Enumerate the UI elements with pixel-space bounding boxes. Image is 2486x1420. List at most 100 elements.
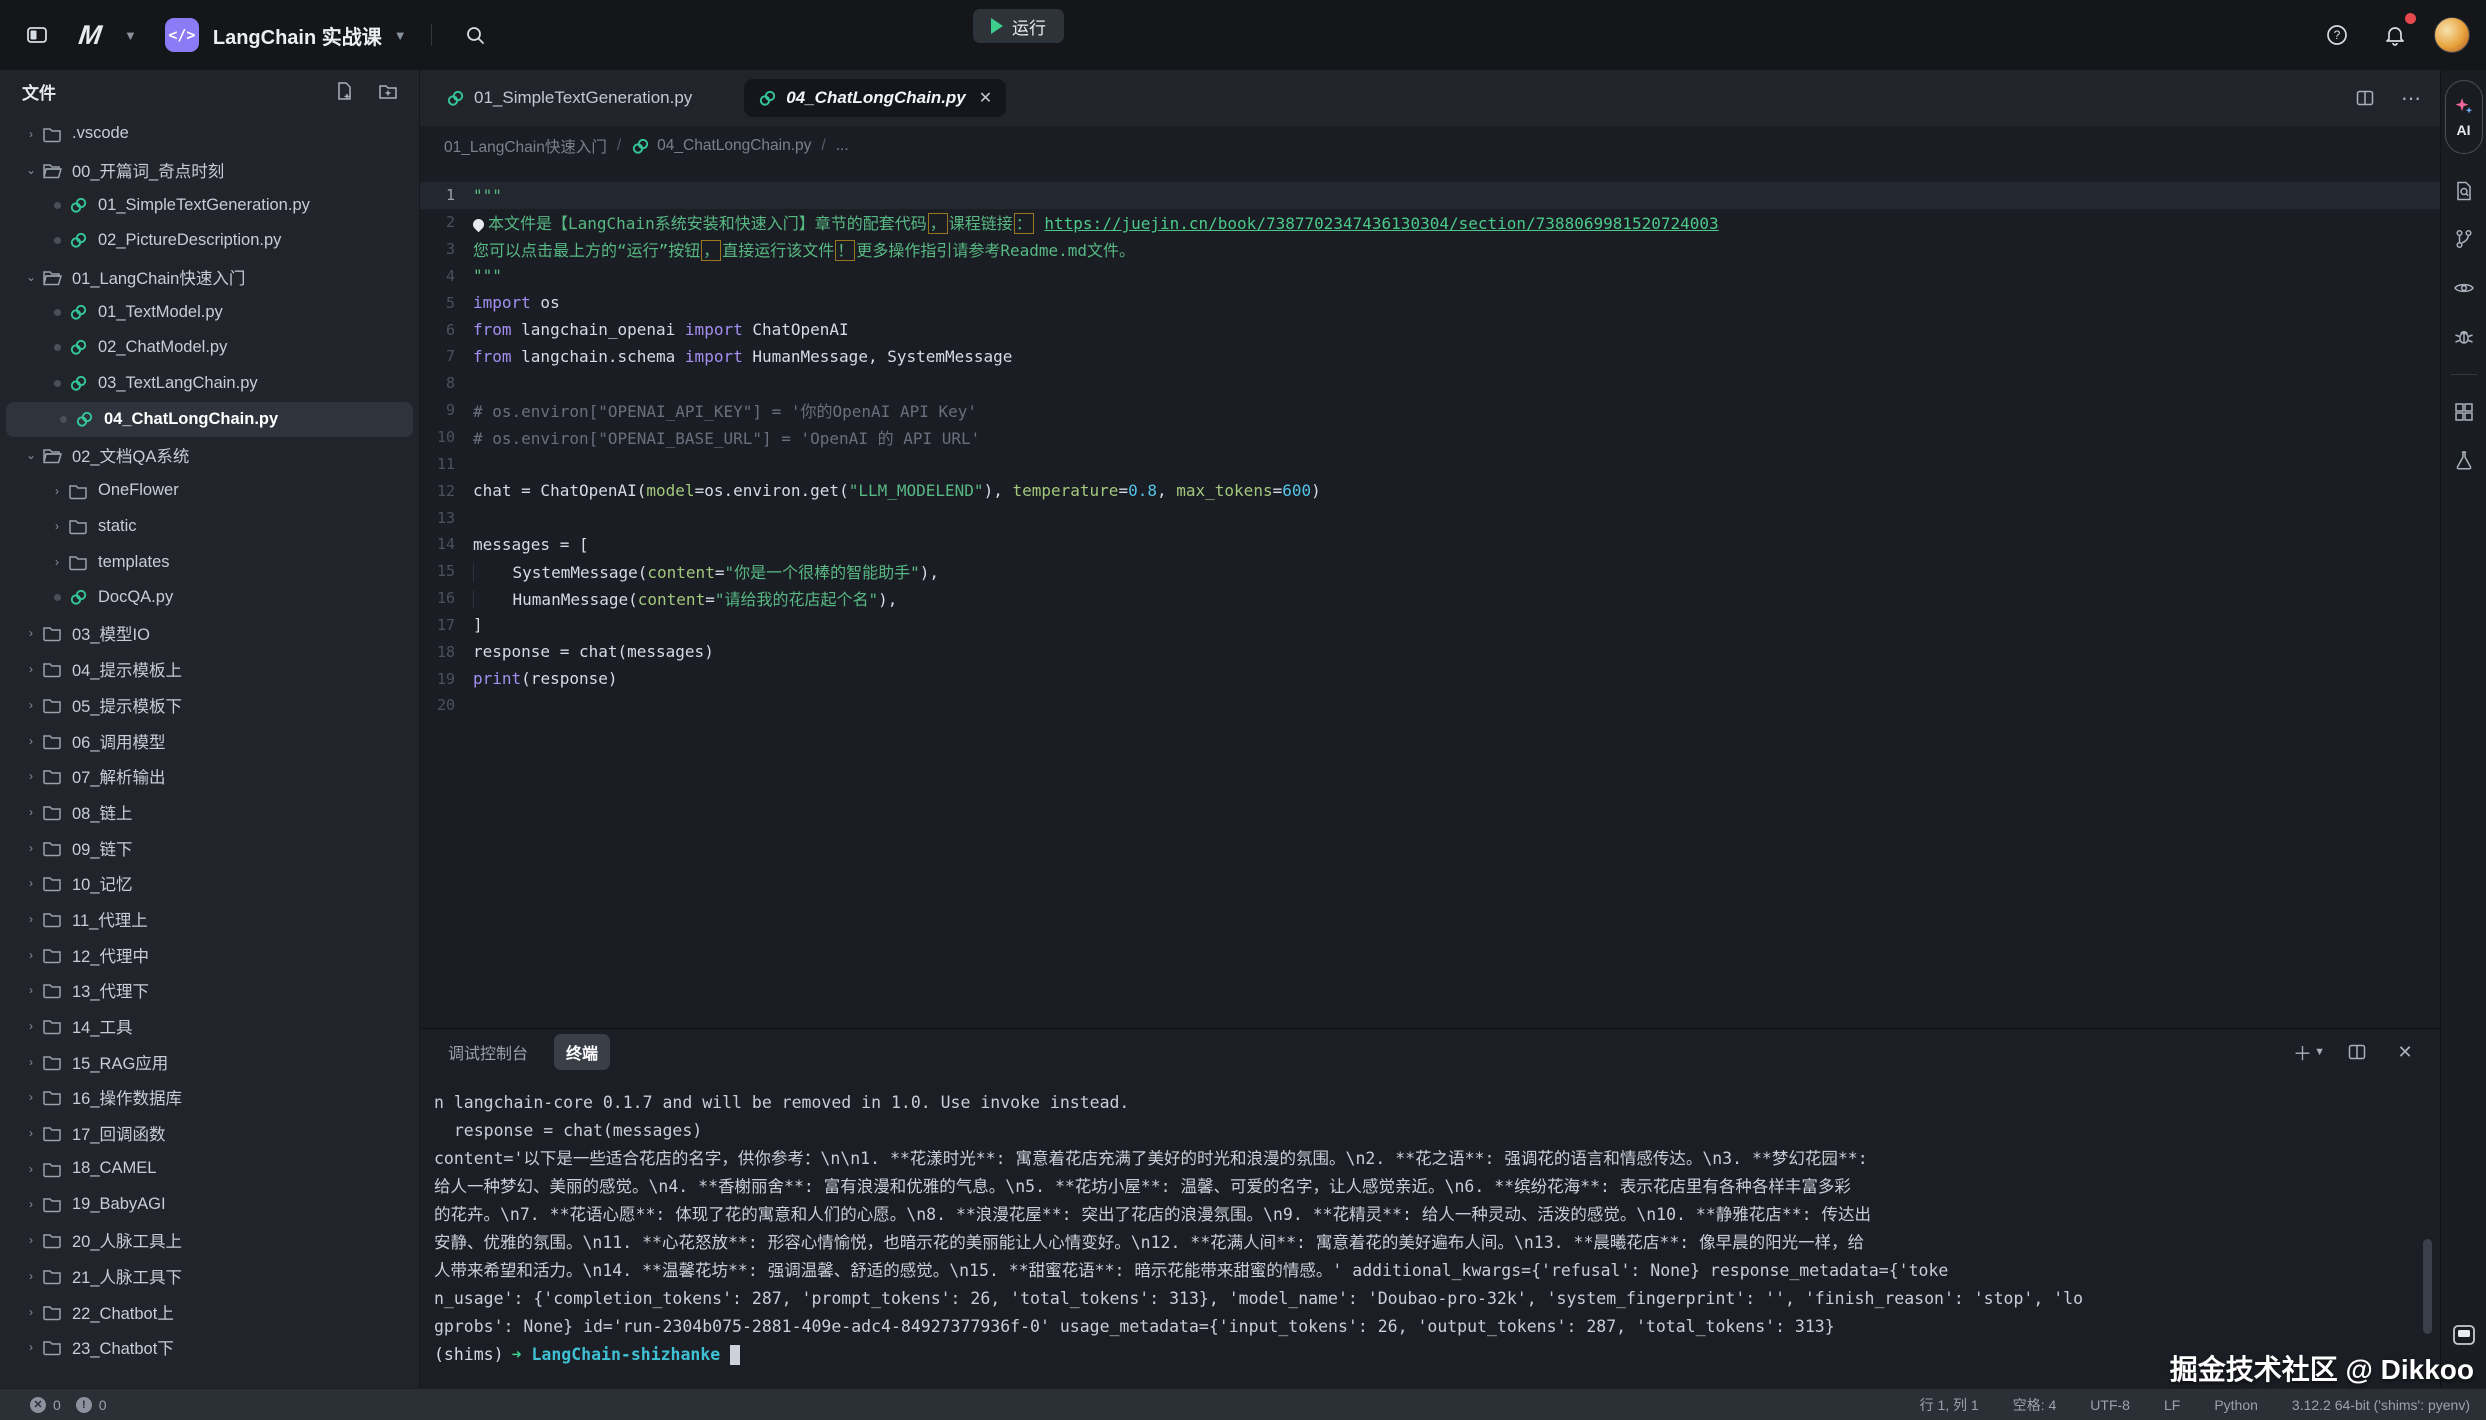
code-line[interactable]: 5import os xyxy=(420,289,2440,316)
panel-tab[interactable]: 调试控制台 xyxy=(436,1034,540,1070)
run-button[interactable]: 运行 xyxy=(973,9,1064,43)
tree-item[interactable]: ›07_解析输出 xyxy=(0,758,419,794)
tree-item[interactable]: ⌄01_LangChain快速入门 xyxy=(0,259,419,295)
status-item[interactable]: Python xyxy=(2214,1397,2258,1413)
tree-item[interactable]: ›19_BabyAGI xyxy=(0,1187,419,1223)
tree-chevron-icon[interactable]: › xyxy=(22,1269,40,1283)
tree-item[interactable]: ›10_记忆 xyxy=(0,865,419,901)
code-line[interactable]: 6from langchain_openai import ChatOpenAI xyxy=(420,316,2440,343)
code-editor[interactable]: 1"""2本文件是【LangChain系统安装和快速入门】章节的配套代码，课程链… xyxy=(420,166,2440,1028)
tree-item[interactable]: ›21_人脉工具下 xyxy=(0,1258,419,1294)
code-line[interactable]: 10# os.environ["OPENAI_BASE_URL"] = 'Ope… xyxy=(420,424,2440,451)
status-item[interactable]: 3.12.2 64-bit ('shims': pyenv) xyxy=(2292,1397,2470,1413)
panel-tab-terminal-active[interactable]: 终端 xyxy=(554,1034,610,1070)
status-item[interactable]: 空格: 4 xyxy=(2013,1395,2057,1415)
git-branch-icon[interactable] xyxy=(2453,228,2475,250)
tree-item[interactable]: ›03_模型IO xyxy=(0,616,419,652)
terminal-output[interactable]: n langchain-core 0.1.7 and will be remov… xyxy=(420,1075,2440,1388)
tree-item[interactable]: ›17_回调函数 xyxy=(0,1115,419,1151)
tree-chevron-icon[interactable]: › xyxy=(22,662,40,676)
new-file-icon[interactable] xyxy=(329,76,359,106)
tree-chevron-icon[interactable]: › xyxy=(22,626,40,640)
tree-item[interactable]: 04_ChatLongChain.py xyxy=(6,402,413,438)
tree-chevron-icon[interactable]: › xyxy=(22,948,40,962)
close-tab-icon[interactable]: ✕ xyxy=(979,88,992,108)
code-line[interactable]: 20 xyxy=(420,692,2440,719)
status-item[interactable]: 行 1, 列 1 xyxy=(1920,1395,1979,1415)
tree-item[interactable]: ›11_代理上 xyxy=(0,901,419,937)
grid-icon[interactable] xyxy=(2453,401,2475,423)
tree-chevron-icon[interactable]: › xyxy=(22,1090,40,1104)
tree-chevron-icon[interactable]: › xyxy=(22,983,40,997)
tree-item[interactable]: ›23_Chatbot下 xyxy=(0,1329,419,1365)
problems-indicator[interactable]: ✕ 0 ! 0 xyxy=(30,1397,107,1413)
tree-item[interactable]: ›08_链上 xyxy=(0,794,419,830)
tree-item[interactable]: 03_TextLangChain.py xyxy=(0,366,419,402)
logo-chevron-down-icon[interactable]: ▼ xyxy=(124,28,137,43)
tree-chevron-icon[interactable]: › xyxy=(22,841,40,855)
user-avatar[interactable] xyxy=(2434,17,2470,53)
code-line[interactable]: 11 xyxy=(420,450,2440,477)
tree-item[interactable]: ›22_Chatbot上 xyxy=(0,1294,419,1330)
project-switcher[interactable]: </> LangChain 实战课 ▼ xyxy=(165,18,407,52)
breadcrumb-item[interactable]: 04_ChatLongChain.py xyxy=(631,137,811,156)
code-line[interactable]: 1""" xyxy=(420,182,2440,209)
tree-item[interactable]: 02_ChatModel.py xyxy=(0,330,419,366)
split-terminal-icon[interactable] xyxy=(2342,1037,2372,1067)
tree-item[interactable]: 01_TextModel.py xyxy=(0,294,419,330)
split-editor-icon[interactable] xyxy=(2350,83,2380,113)
flask-icon[interactable] xyxy=(2453,449,2475,471)
breadcrumb-item[interactable]: 01_LangChain快速入门 xyxy=(444,135,607,157)
code-line[interactable]: 19print(response) xyxy=(420,665,2440,692)
ai-assistant-button[interactable]: AI xyxy=(2445,80,2483,154)
bug-icon[interactable] xyxy=(2453,326,2475,348)
terminal-prompt[interactable]: (shims)➜LangChain-shizhanke xyxy=(434,1341,2420,1369)
tree-chevron-icon[interactable]: › xyxy=(22,769,40,783)
tree-item[interactable]: ›15_RAG应用 xyxy=(0,1044,419,1080)
code-line[interactable]: 12chat = ChatOpenAI(model=os.environ.get… xyxy=(420,477,2440,504)
code-line[interactable]: 17] xyxy=(420,612,2440,639)
code-line[interactable]: 2本文件是【LangChain系统安装和快速入门】章节的配套代码，课程链接： h… xyxy=(420,209,2440,236)
editor-tab[interactable]: 01_SimpleTextGeneration.py xyxy=(430,70,708,126)
code-line[interactable]: 18response = chat(messages) xyxy=(420,638,2440,665)
tree-item[interactable]: ›04_提示模板上 xyxy=(0,651,419,687)
notifications-bell-icon[interactable] xyxy=(2376,16,2414,54)
tree-chevron-icon[interactable]: ⌄ xyxy=(22,448,40,462)
new-folder-icon[interactable] xyxy=(373,76,403,106)
tree-item[interactable]: ⌄02_文档QA系统 xyxy=(0,437,419,473)
close-panel-icon[interactable]: ✕ xyxy=(2390,1037,2420,1067)
tree-item[interactable]: ›12_代理中 xyxy=(0,937,419,973)
code-line[interactable]: 14messages = [ xyxy=(420,531,2440,558)
tree-chevron-icon[interactable]: › xyxy=(22,805,40,819)
tree-chevron-icon[interactable]: › xyxy=(22,912,40,926)
tree-chevron-icon[interactable]: › xyxy=(48,555,66,569)
terminal-scrollbar[interactable] xyxy=(2423,1239,2432,1334)
editor-tab-active[interactable]: 04_ChatLongChain.py✕ xyxy=(744,79,1006,117)
tree-item[interactable]: ›18_CAMEL xyxy=(0,1151,419,1187)
tree-item[interactable]: 01_SimpleTextGeneration.py xyxy=(0,187,419,223)
tree-chevron-icon[interactable]: › xyxy=(22,1055,40,1069)
code-line[interactable]: 15 SystemMessage(content="你是一个很棒的智能助手"), xyxy=(420,558,2440,585)
tree-chevron-icon[interactable]: › xyxy=(22,1233,40,1247)
code-line[interactable]: 9# os.environ["OPENAI_API_KEY"] = '你的Ope… xyxy=(420,397,2440,424)
tree-chevron-icon[interactable]: › xyxy=(22,698,40,712)
status-item[interactable]: LF xyxy=(2164,1397,2180,1413)
tree-item[interactable]: ›16_操作数据库 xyxy=(0,1080,419,1116)
tree-item[interactable]: ›static xyxy=(0,509,419,545)
tree-chevron-icon[interactable]: ⌄ xyxy=(22,270,40,284)
lightbulb-pin-icon[interactable] xyxy=(471,217,487,233)
tree-item[interactable]: ›13_代理下 xyxy=(0,973,419,1009)
tree-item[interactable]: ›09_链下 xyxy=(0,830,419,866)
breadcrumb-item[interactable]: ... xyxy=(836,137,849,155)
tree-item[interactable]: ›05_提示模板下 xyxy=(0,687,419,723)
tree-chevron-icon[interactable]: › xyxy=(22,876,40,890)
tree-chevron-icon[interactable]: › xyxy=(22,1340,40,1354)
tree-chevron-icon[interactable]: › xyxy=(22,1197,40,1211)
help-icon[interactable]: ? xyxy=(2318,16,2356,54)
tree-chevron-icon[interactable]: › xyxy=(22,734,40,748)
tree-chevron-icon[interactable]: ⌄ xyxy=(22,163,40,177)
tree-chevron-icon[interactable]: › xyxy=(48,484,66,498)
tree-item[interactable]: ›06_调用模型 xyxy=(0,723,419,759)
tree-chevron-icon[interactable]: › xyxy=(48,519,66,533)
tree-item[interactable]: ⌄00_开篇词_奇点时刻 xyxy=(0,152,419,188)
